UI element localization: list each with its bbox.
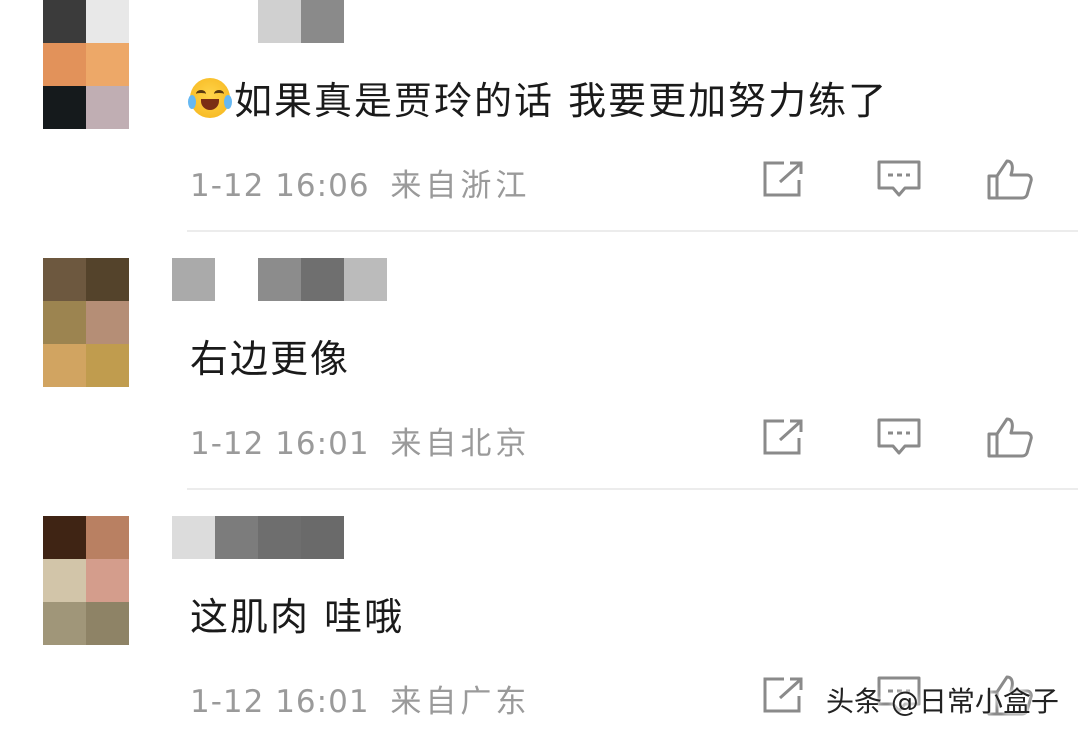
comment-location: 来自浙江: [390, 168, 531, 204]
comment-list: 如果真是贾玲的话 我要更加努力练了 1-12 16:06 来自浙江 右边更像 1…: [0, 0, 1078, 738]
share-icon[interactable]: [760, 158, 808, 200]
thumbs-up-icon[interactable]: [985, 416, 1033, 458]
username-pixel: [258, 0, 301, 43]
avatar-pixel: [43, 301, 86, 344]
comment-time: 1-12 16:01: [190, 684, 370, 720]
comment-meta: 1-12 16:06 来自浙江: [190, 160, 530, 205]
username-pixel: [172, 0, 215, 43]
comment-text: 如果真是贾玲的话 我要更加努力练了: [188, 70, 889, 125]
username-pixel: [301, 516, 344, 559]
username-blurred[interactable]: [172, 0, 344, 43]
share-icon[interactable]: [760, 416, 808, 458]
comment-item: 如果真是贾玲的话 我要更加努力练了 1-12 16:06 来自浙江: [0, 0, 1078, 248]
comment-icon[interactable]: [875, 416, 923, 458]
comment-text-content: 右边更像: [190, 337, 351, 381]
username-blurred[interactable]: [172, 516, 344, 559]
avatar-pixel: [43, 559, 86, 602]
avatar-pixel: [86, 344, 129, 387]
avatar-pixel: [86, 602, 129, 645]
share-icon[interactable]: [760, 674, 808, 716]
username-pixel: [258, 516, 301, 559]
comment-text: 这肌肉 哇哦: [190, 586, 404, 641]
username-pixel: [258, 258, 301, 301]
avatar-pixel: [86, 0, 129, 43]
avatar[interactable]: [43, 258, 129, 387]
avatar-pixel: [86, 258, 129, 301]
comment-meta: 1-12 16:01 来自北京: [190, 418, 530, 463]
comment-time: 1-12 16:06: [190, 168, 370, 204]
avatar[interactable]: [43, 516, 129, 645]
username-pixel: [172, 258, 215, 301]
avatar-pixel: [86, 516, 129, 559]
avatar-pixel: [43, 43, 86, 86]
avatar-pixel: [86, 559, 129, 602]
username-pixel: [344, 258, 387, 301]
avatar-pixel: [43, 258, 86, 301]
thumbs-up-icon[interactable]: [985, 158, 1033, 200]
avatar-pixel: [86, 86, 129, 129]
avatar-pixel: [86, 43, 129, 86]
laughing-crying-emoji-icon: [188, 77, 232, 118]
comment-meta: 1-12 16:01 来自广东: [190, 676, 530, 721]
avatar-pixel: [43, 86, 86, 129]
comment-text-content: 这肌肉 哇哦: [190, 595, 405, 639]
avatar-pixel: [43, 602, 86, 645]
avatar-pixel: [43, 516, 86, 559]
username-pixel: [215, 0, 258, 43]
username-blurred[interactable]: [172, 258, 387, 301]
divider: [187, 488, 1078, 490]
username-pixel: [172, 516, 215, 559]
username-pixel: [301, 0, 344, 43]
avatar-pixel: [43, 0, 86, 43]
comment-text: 右边更像: [190, 328, 350, 383]
comment-text-content: 如果真是贾玲的话 我要更加努力练了: [234, 79, 889, 123]
username-pixel: [301, 258, 344, 301]
comment-location: 来自北京: [390, 426, 531, 462]
avatar[interactable]: [43, 0, 129, 129]
divider: [187, 230, 1078, 232]
comment-time: 1-12 16:01: [190, 426, 370, 462]
comment-icon[interactable]: [875, 158, 923, 200]
avatar-pixel: [43, 344, 86, 387]
username-pixel: [215, 516, 258, 559]
comment-location: 来自广东: [390, 684, 531, 720]
avatar-pixel: [86, 301, 129, 344]
username-pixel: [215, 258, 258, 301]
comment-item: 右边更像 1-12 16:01 来自北京: [0, 248, 1078, 506]
watermark: 头条 @日常小盒子: [826, 685, 1059, 718]
